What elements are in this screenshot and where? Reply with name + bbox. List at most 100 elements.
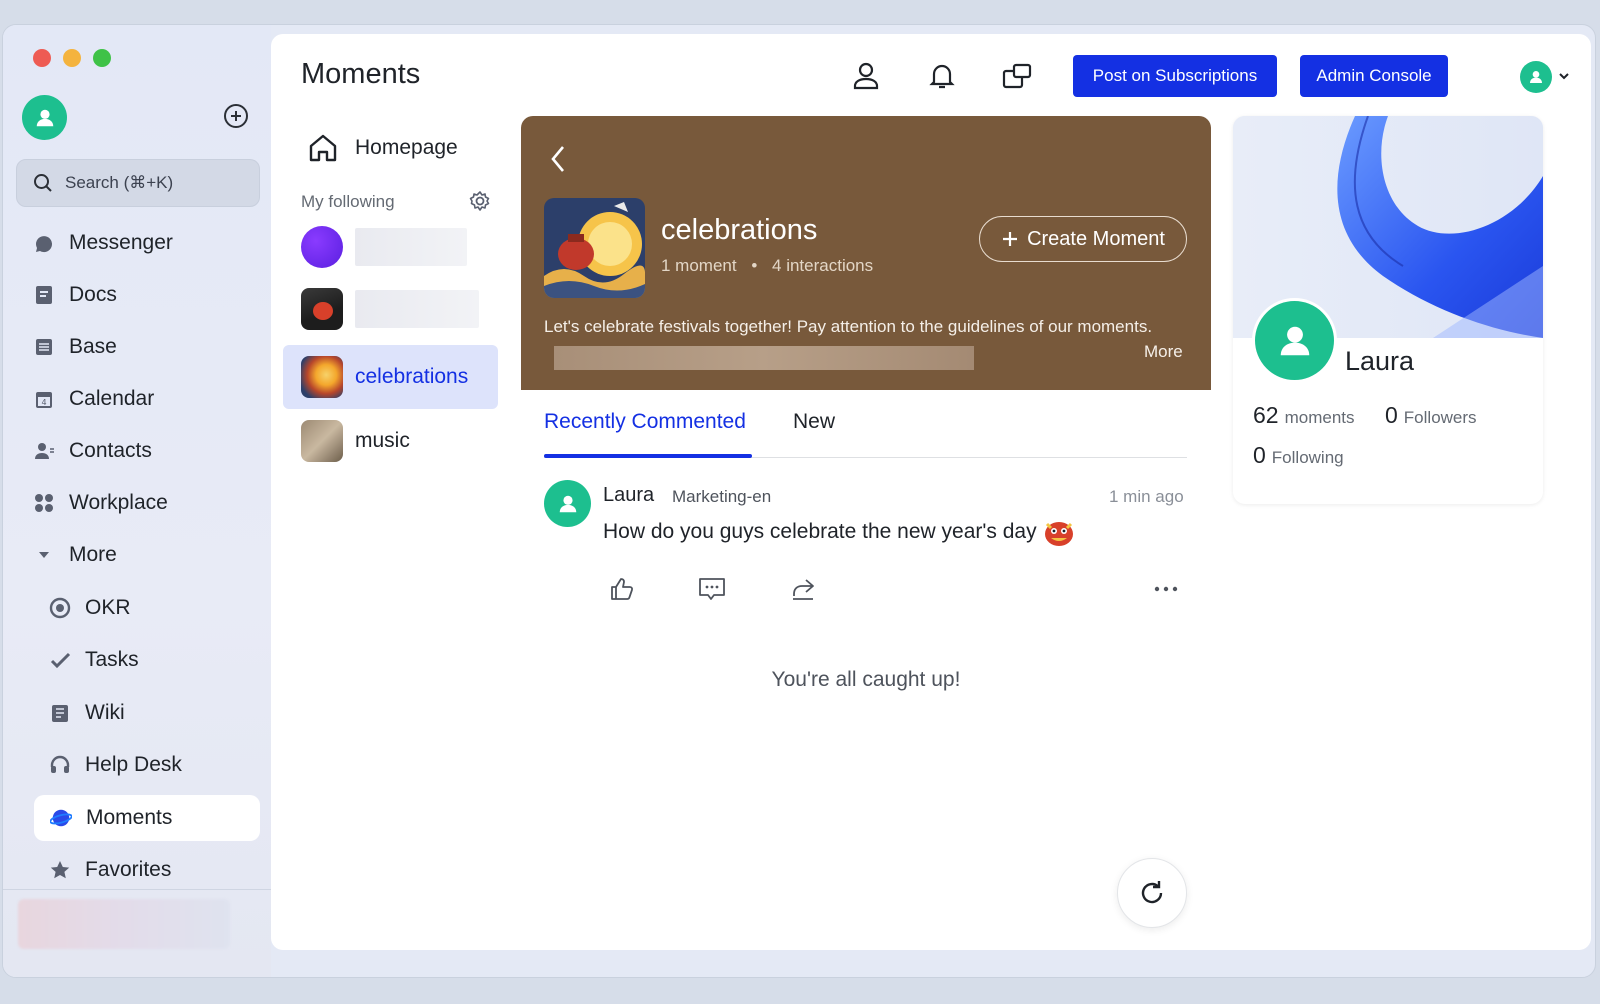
description-more-link[interactable]: More <box>1144 342 1183 362</box>
active-tab-indicator <box>544 454 752 458</box>
following-settings-button[interactable] <box>469 190 491 217</box>
sidebar-item-docs[interactable]: Docs <box>33 273 261 317</box>
sidebar-item-label: Messenger <box>69 231 173 254</box>
channel-avatar <box>301 288 343 330</box>
account-avatar[interactable] <box>1520 61 1552 93</box>
sidebar-item-contacts[interactable]: Contacts <box>33 429 261 473</box>
back-button[interactable] <box>549 144 567 179</box>
feed-end-message: You're all caught up! <box>771 668 961 691</box>
sidebar-item-moments[interactable]: Moments <box>34 795 260 841</box>
chevron-left-icon <box>551 146 564 172</box>
notifications-button[interactable] <box>926 60 958 92</box>
sidebar-item-base[interactable]: Base <box>33 325 261 369</box>
sidebar-item-tasks[interactable]: Tasks <box>49 638 277 682</box>
refresh-button[interactable] <box>1117 858 1187 928</box>
comment-button[interactable] <box>697 574 727 604</box>
interaction-count: 4 interactions <box>772 256 874 275</box>
feed-tabs: Recently Commented New <box>544 392 1187 458</box>
post-timestamp: 1 min ago <box>1109 487 1184 506</box>
channel-label: music <box>355 429 410 452</box>
thumbs-up-icon <box>611 578 634 600</box>
sidebar-item-label: Favorites <box>85 858 172 881</box>
search-bar[interactable]: Search (⌘+K) <box>16 159 260 207</box>
followers-count: 0 <box>1385 402 1398 428</box>
blurred-status-area <box>18 899 230 949</box>
dragon-emoji-icon <box>1044 522 1073 546</box>
okr-icon <box>49 597 71 619</box>
bell-icon <box>929 64 955 89</box>
sidebar-item-calendar[interactable]: 4 Calendar <box>33 377 261 421</box>
following-item[interactable] <box>301 217 501 277</box>
main-panel: Moments Post on Subscriptions Admin Cons… <box>271 34 1591 950</box>
blurred-description-link <box>554 345 974 370</box>
tab-recently-commented[interactable]: Recently Commented <box>544 410 746 434</box>
sidebar-item-label: Calendar <box>69 387 155 410</box>
close-window-button[interactable] <box>33 49 51 67</box>
moments-stat[interactable]: 62 moments <box>1253 402 1355 429</box>
following-item[interactable] <box>301 279 501 339</box>
admin-console-button[interactable]: Admin Console <box>1300 55 1448 97</box>
sidebar-item-help-desk[interactable]: Help Desk <box>49 743 277 787</box>
create-moment-button[interactable]: Create Moment <box>979 216 1187 262</box>
sidebar-item-workplace[interactable]: Workplace <box>33 481 261 525</box>
tasks-icon <box>49 649 71 671</box>
sidebar-item-label: Tasks <box>85 648 139 671</box>
plus-icon <box>1003 232 1018 246</box>
post-author-avatar[interactable] <box>544 480 591 527</box>
tab-new[interactable]: New <box>793 410 835 434</box>
channel-description: Let's celebrate festivals together! Pay … <box>544 312 1174 372</box>
sidebar: Search (⌘+K) Messenger Docs Base 4 Calen… <box>3 25 271 977</box>
post-content[interactable]: How do you guys celebrate the new year's… <box>603 516 1077 548</box>
homepage-link[interactable]: Homepage <box>307 132 458 164</box>
homepage-label: Homepage <box>355 136 458 159</box>
comment-icon <box>699 578 725 600</box>
plus-circle-icon <box>224 104 248 128</box>
create-moment-label: Create Moment <box>1027 227 1165 250</box>
channel-feed: celebrations 1 moment • 4 interactions C… <box>521 116 1211 950</box>
profile-avatar[interactable] <box>1252 298 1337 383</box>
post-on-subscriptions-button[interactable]: Post on Subscriptions <box>1073 55 1277 97</box>
channel-banner: celebrations 1 moment • 4 interactions C… <box>521 116 1211 390</box>
chevron-down-icon[interactable] <box>1558 69 1570 87</box>
share-window-button[interactable] <box>1001 60 1033 92</box>
like-button[interactable] <box>607 574 637 604</box>
post-text: How do you guys celebrate the new year's… <box>603 520 1037 543</box>
celebrations-thumbnail <box>301 356 343 398</box>
followers-stat[interactable]: 0 Followers <box>1385 402 1477 429</box>
search-placeholder: Search (⌘+K) <box>65 173 174 192</box>
following-stat[interactable]: 0 Following <box>1253 442 1344 469</box>
post-author-name[interactable]: Laura <box>603 484 654 507</box>
window-controls <box>33 49 111 67</box>
page-title: Moments <box>301 58 421 90</box>
sidebar-item-more[interactable]: More <box>33 533 261 577</box>
minimize-window-button[interactable] <box>63 49 81 67</box>
sidebar-item-label: Workplace <box>69 491 168 514</box>
window-stack-icon <box>1002 63 1032 89</box>
following-item-celebrations[interactable]: celebrations <box>301 347 501 407</box>
sidebar-item-wiki[interactable]: Wiki <box>49 691 277 735</box>
sidebar-item-favorites[interactable]: Favorites <box>49 848 277 892</box>
contacts-icon <box>33 440 55 462</box>
more-options-button[interactable] <box>1151 574 1181 604</box>
sidebar-item-okr[interactable]: OKR <box>49 586 277 630</box>
channel-avatar <box>301 226 343 268</box>
profile-button[interactable] <box>850 60 882 92</box>
description-text: Let's celebrate festivals together! Pay … <box>544 317 1153 336</box>
profile-name: Laura <box>1345 346 1415 376</box>
channel-cover-image <box>544 198 645 298</box>
sidebar-item-label: Help Desk <box>85 753 182 776</box>
sidebar-item-label: More <box>69 543 117 566</box>
sidebar-item-label: Wiki <box>85 701 125 724</box>
share-button[interactable] <box>788 574 818 604</box>
sidebar-item-messenger[interactable]: Messenger <box>33 221 261 265</box>
moments-label: moments <box>1284 408 1355 427</box>
caret-down-icon <box>33 544 55 566</box>
maximize-window-button[interactable] <box>93 49 111 67</box>
channel-title: celebrations <box>661 214 818 246</box>
channel-stats: 1 moment • 4 interactions <box>661 256 873 276</box>
sidebar-divider <box>3 889 271 890</box>
add-button[interactable] <box>223 103 249 129</box>
following-item-music[interactable]: music <box>301 411 501 471</box>
moments-count: 62 <box>1253 402 1279 428</box>
user-avatar[interactable] <box>22 95 67 140</box>
